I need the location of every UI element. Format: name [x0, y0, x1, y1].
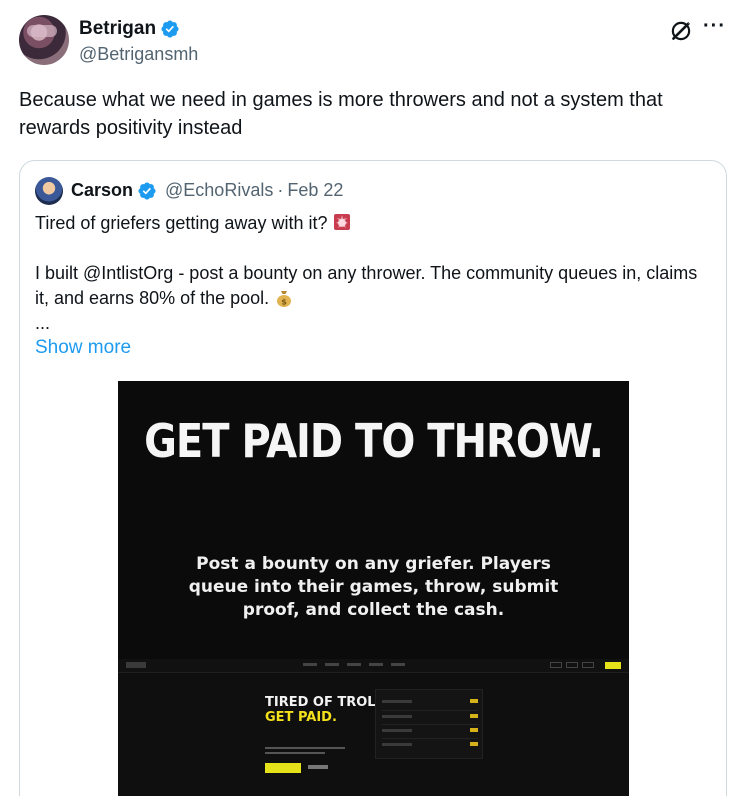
website-preview: TIRED OF TROLLS? GET PAID. [118, 659, 629, 796]
website-bounty-board [375, 689, 483, 759]
quoted-line-1: Tired of griefers getting away with it? [35, 213, 328, 233]
quoted-text: Tired of griefers getting away with it? … [35, 211, 715, 336]
quoted-tweet[interactable]: Carson @EchoRivals · Feb 22 Tired of gri… [19, 160, 727, 796]
quoted-line-2: I built @IntlistOrg - post a bounty on a… [35, 263, 703, 308]
author-handle[interactable]: @Betrigansmh [79, 44, 198, 65]
show-more-link[interactable]: Show more [35, 337, 131, 359]
website-cta-small [605, 662, 621, 669]
author-avatar[interactable] [19, 15, 69, 65]
quoted-date[interactable]: Feb 22 [287, 180, 343, 201]
website-nav-links [303, 663, 405, 666]
website-logo [126, 662, 146, 668]
svg-text:$: $ [281, 298, 287, 307]
author-name-row: Betrigan [79, 18, 180, 40]
website-hero-description [265, 747, 345, 757]
quoted-author-avatar[interactable] [35, 177, 63, 205]
website-secondary-button [308, 765, 328, 769]
quoted-header: Carson @EchoRivals · Feb 22 [71, 180, 343, 201]
separator-dot: · [277, 180, 284, 200]
media-headline: GET PAID TO THROW. [144, 415, 604, 469]
tweet: Betrigan @Betrigansmh ··· Because what w… [0, 0, 735, 796]
website-primary-button [265, 763, 301, 773]
website-nav-right [550, 662, 594, 668]
author-name[interactable]: Betrigan [79, 18, 156, 40]
money-bag-emoji-icon: $ [277, 291, 292, 307]
siren-emoji-icon [334, 214, 351, 230]
quoted-ellipsis: ... [35, 313, 51, 333]
quoted-author-name[interactable]: Carson [71, 180, 133, 201]
website-navbar [118, 659, 629, 673]
verified-badge-icon [138, 181, 156, 200]
post-text: Because what we need in games is more th… [19, 89, 663, 139]
more-options-icon[interactable]: ··· [703, 16, 726, 36]
quoted-media-image[interactable]: GET PAID TO THROW. Post a bounty on any … [118, 381, 629, 796]
grok-icon[interactable] [668, 18, 694, 44]
quoted-author-handle[interactable]: @EchoRivals [165, 180, 273, 201]
verified-badge-icon [161, 20, 179, 38]
media-subtext: Post a bounty on any griefer. Players qu… [188, 554, 559, 620]
